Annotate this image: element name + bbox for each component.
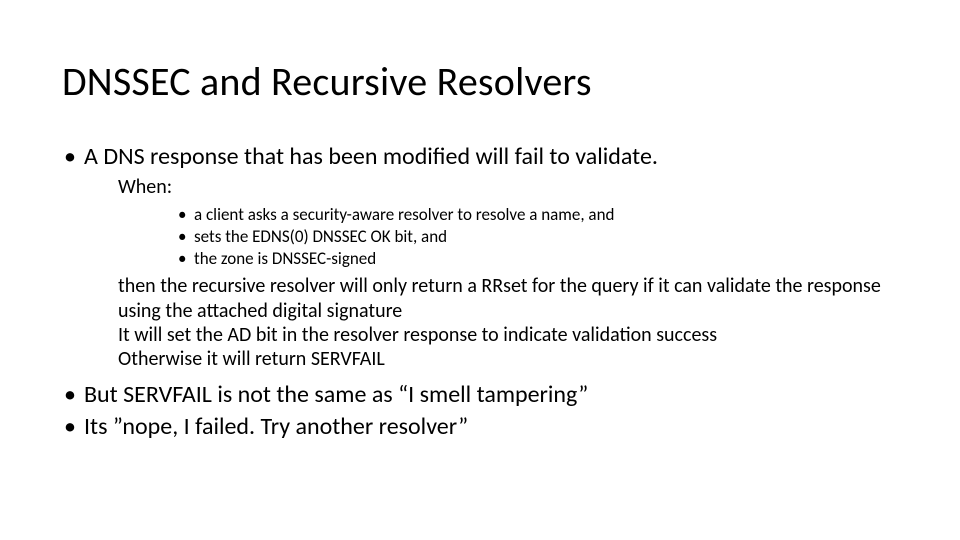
condition-item: the zone is DNSSEC-signed — [178, 248, 898, 270]
condition-text: the zone is DNSSEC-signed — [194, 248, 376, 269]
bullet-text: A DNS response that has been modified wi… — [84, 142, 658, 171]
then-line: then the recursive resolver will only re… — [118, 274, 898, 323]
condition-item: a client asks a security-aware resolver … — [178, 204, 898, 226]
condition-item: sets the EDNS(0) DNSSEC OK bit, and — [178, 226, 898, 248]
bullet-text: Its ”nope, I failed. Try another resolve… — [84, 412, 468, 441]
then-line: Otherwise it will return SERVFAIL — [118, 347, 898, 371]
bullet-item: Its ”nope, I failed. Try another resolve… — [62, 412, 898, 442]
spacer — [62, 372, 898, 380]
then-line: It will set the AD bit in the resolver r… — [118, 323, 898, 347]
bullet-text: But SERVFAIL is not the same as “I smell… — [84, 380, 588, 409]
condition-text: a client asks a security-aware resolver … — [194, 204, 614, 225]
bullet-item: A DNS response that has been modified wi… — [62, 142, 898, 172]
bullet-item: But SERVFAIL is not the same as “I smell… — [62, 380, 898, 410]
bullet-list: But SERVFAIL is not the same as “I smell… — [62, 380, 898, 442]
bullet-list: A DNS response that has been modified wi… — [62, 142, 898, 172]
slide: DNSSEC and Recursive Resolvers A DNS res… — [0, 0, 960, 540]
condition-list: a client asks a security-aware resolver … — [178, 204, 898, 270]
then-block: then the recursive resolver will only re… — [118, 274, 898, 372]
when-label: When: — [118, 174, 898, 200]
slide-title: DNSSEC and Recursive Resolvers — [62, 60, 898, 104]
condition-text: sets the EDNS(0) DNSSEC OK bit, and — [194, 226, 447, 247]
